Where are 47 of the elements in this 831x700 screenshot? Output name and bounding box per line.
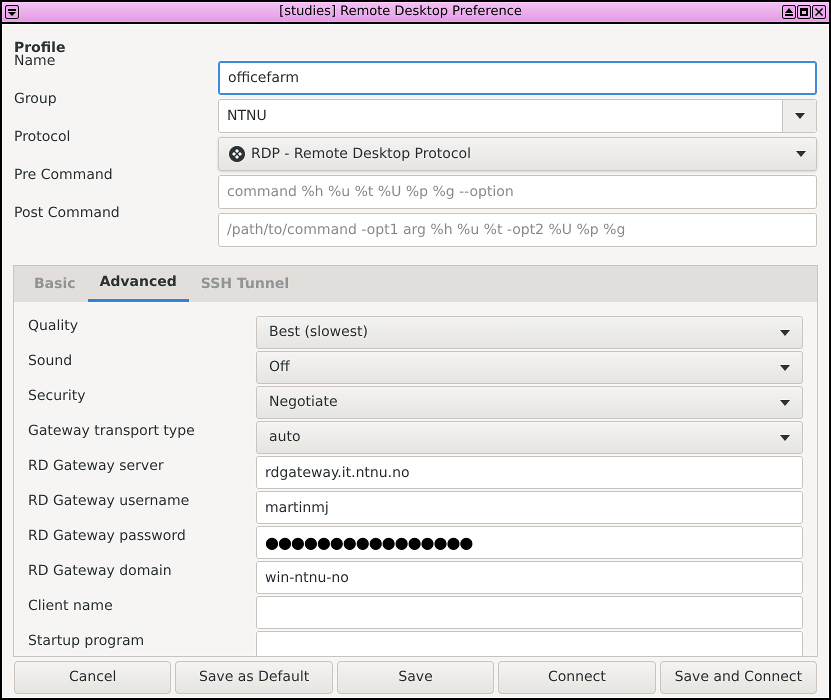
field-label: Gateway transport type: [28, 422, 196, 441]
text-field[interactable]: officefarm: [218, 61, 817, 95]
text-field[interactable]: command %h %u %t %U %p %g --option: [218, 175, 817, 209]
dialog-button[interactable]: Save as Default: [175, 661, 333, 694]
field-label: Startup program: [28, 632, 146, 651]
text-field[interactable]: /path/to/command -opt1 arg %h %u %t -opt2 %U %p %g: [218, 213, 817, 247]
protocol-dropdown[interactable]: RDP - Remote Desktop Protocol: [218, 137, 817, 171]
text-field[interactable]: [256, 631, 803, 656]
field-label: Group: [14, 90, 58, 109]
caret-icon: [796, 151, 806, 157]
dialog-button[interactable]: Save: [336, 661, 494, 694]
field-label: RD Gateway domain: [28, 562, 173, 581]
field-label: Pre Command: [14, 166, 114, 185]
dropdown[interactable]: Off: [256, 351, 803, 384]
dropdown-button[interactable]: [782, 100, 816, 132]
dialog-button[interactable]: Cancel: [14, 661, 172, 694]
close-icon[interactable]: [812, 5, 826, 19]
dropdown[interactable]: Best (slowest): [256, 316, 803, 349]
dropdown[interactable]: Negotiate: [256, 386, 803, 419]
maximize-icon[interactable]: [797, 5, 811, 19]
field-label: Post Command: [14, 204, 121, 223]
field-label: Protocol: [14, 128, 72, 147]
field-label: Quality: [28, 317, 80, 336]
text-field[interactable]: rdgateway.it.ntnu.no: [256, 456, 803, 489]
field-label: Security: [28, 387, 86, 406]
dialog-button[interactable]: Connect: [498, 661, 656, 694]
caret-icon: [780, 434, 790, 440]
text-field[interactable]: [256, 596, 803, 629]
combo-field[interactable]: NTNU: [218, 99, 817, 133]
dialog-button[interactable]: Save and Connect: [660, 661, 818, 694]
password-field[interactable]: ●●●●●●●●●●●●●●●●: [256, 526, 803, 559]
shade-icon[interactable]: [782, 5, 796, 19]
text-field[interactable]: martinmj: [256, 491, 803, 524]
field-label: RD Gateway username: [28, 492, 190, 511]
text-field[interactable]: win-ntnu-no: [256, 561, 803, 594]
window-title: [studies] Remote Desktop Preference: [278, 3, 523, 22]
caret-icon: [780, 330, 790, 336]
dropdown[interactable]: auto: [256, 421, 803, 454]
field-label: Client name: [28, 597, 114, 616]
caret-icon: [794, 113, 804, 119]
caret-icon: [780, 400, 790, 406]
field-label: RD Gateway server: [28, 457, 165, 476]
window-menu-icon[interactable]: [5, 5, 19, 19]
field-label: Sound: [28, 352, 74, 371]
caret-icon: [780, 364, 790, 370]
combo-value: NTNU: [226, 106, 268, 126]
field-label: RD Gateway password: [28, 527, 187, 546]
